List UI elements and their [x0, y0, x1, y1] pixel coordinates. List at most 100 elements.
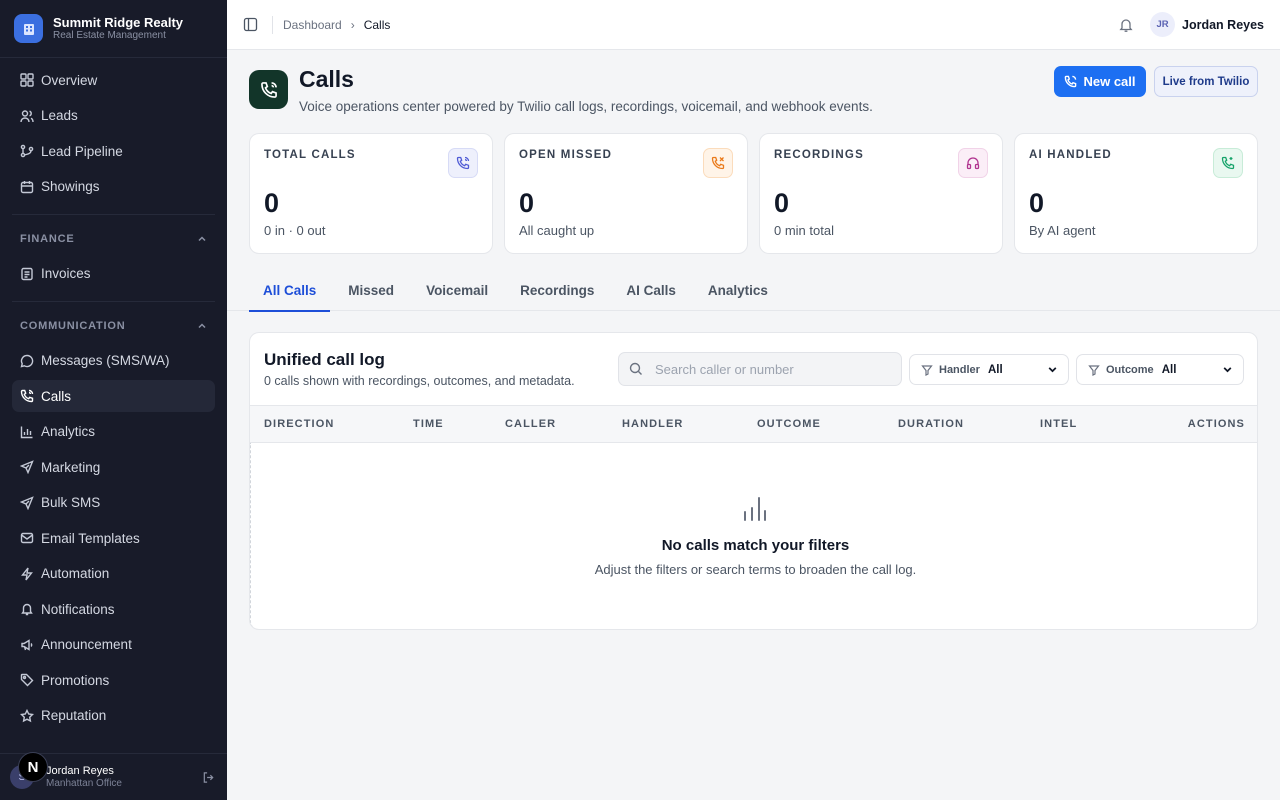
stats-row: TOTAL CALLS 0 0 in · 0 out OPEN MISSED 0… [249, 133, 1258, 254]
bell-icon [21, 603, 33, 616]
sidebar-item-label: Analytics [41, 424, 96, 439]
sidebar-item-label: Showings [41, 179, 100, 194]
stat-note: All caught up [519, 223, 595, 238]
column-handler[interactable]: HANDLER [622, 418, 683, 430]
sidebar-item-notifications[interactable]: Notifications [12, 593, 215, 625]
chevron-down-icon [1223, 367, 1232, 373]
column-direction[interactable]: DIRECTION [264, 418, 334, 430]
page-subtitle: Voice operations center powered by Twili… [299, 99, 873, 114]
column-time[interactable]: TIME [413, 418, 444, 430]
search-input[interactable] [655, 361, 885, 377]
empty-subtitle: Adjust the filters or search terms to br… [594, 562, 917, 577]
stat-label: OPEN MISSED [519, 149, 613, 161]
stat-card-open-missed: OPEN MISSED 0 All caught up [504, 133, 748, 254]
empty-title: No calls match your filters [661, 537, 850, 554]
sidebar-item-automation[interactable]: Automation [12, 558, 215, 590]
stat-label: RECORDINGS [774, 149, 864, 161]
message-icon [20, 354, 34, 367]
topbar: Dashboard › Calls JR Jordan Reyes [227, 0, 1280, 50]
stat-note: 0 in · 0 out [264, 223, 326, 238]
sidebar-item-promotions[interactable]: Promotions [12, 664, 215, 696]
sidebar: Summit Ridge Realty Real Estate Manageme… [0, 0, 227, 800]
filter-label: Outcome [1106, 363, 1154, 376]
new-call-label: New call [1083, 74, 1136, 89]
grid-icon [20, 73, 34, 87]
tab-ai-calls[interactable]: AI Calls [612, 270, 690, 311]
sidebar-item-bulk-sms[interactable]: Bulk SMS [12, 487, 215, 519]
column-caller[interactable]: CALLER [505, 418, 556, 430]
tag-icon [20, 673, 34, 687]
stat-card-ai-handled: AI HANDLED 0 By AI agent [1014, 133, 1258, 254]
sidebar-item-messages[interactable]: Messages (SMS/WA) [12, 345, 215, 377]
tab-voicemail[interactable]: Voicemail [412, 270, 502, 311]
n-badge[interactable]: N [18, 752, 48, 782]
phone-icon [1065, 75, 1077, 88]
sidebar-item-label: Automation [41, 566, 110, 581]
column-duration[interactable]: DURATION [898, 418, 964, 430]
breadcrumb-dashboard[interactable]: Dashboard [283, 18, 342, 32]
logout-icon[interactable] [202, 771, 215, 784]
tabs: All Calls Missed Voicemail Recordings AI… [249, 270, 1280, 312]
signal-bars-icon [744, 497, 766, 521]
send-icon [20, 495, 34, 510]
sidebar-item-label: Invoices [41, 266, 91, 281]
phone-icon [448, 148, 478, 178]
tab-analytics[interactable]: Analytics [694, 270, 782, 311]
section-label: COMMUNICATION [20, 319, 126, 332]
sidebar-item-calls[interactable]: Calls [12, 380, 215, 412]
sidebar-item-email-templates[interactable]: Email Templates [12, 522, 215, 554]
column-intel[interactable]: INTEL [1040, 418, 1077, 430]
calendar-icon [20, 180, 34, 193]
sidebar-item-announcement[interactable]: Announcement [12, 629, 215, 661]
page-title: Calls [299, 66, 354, 92]
column-actions[interactable]: ACTIONS [1188, 418, 1245, 430]
divider [272, 15, 273, 34]
phone-missed-icon [703, 148, 733, 178]
nav-section-finance[interactable]: FINANCE [12, 227, 215, 251]
stat-value: 0 [519, 188, 535, 218]
filter-icon [1088, 364, 1100, 376]
mail-icon [20, 532, 34, 544]
brand-title: Summit Ridge Realty [53, 15, 184, 30]
receipt-icon [21, 267, 33, 280]
topbar-right: JR Jordan Reyes [1118, 12, 1264, 37]
megaphone-icon [21, 638, 33, 651]
user-avatar[interactable]: JR [1150, 12, 1176, 37]
tab-recordings[interactable]: Recordings [506, 270, 608, 311]
user-name[interactable]: Jordan Reyes [1182, 18, 1264, 32]
sidebar-item-label: Messages (SMS/WA) [41, 353, 170, 368]
bell-icon[interactable] [1118, 17, 1134, 33]
sidebar-item-leads[interactable]: Leads [12, 100, 215, 132]
sidebar-item-analytics[interactable]: Analytics [12, 416, 215, 448]
tab-all-calls[interactable]: All Calls [249, 270, 331, 312]
sidebar-toggle-icon[interactable] [243, 17, 258, 32]
sidebar-item-invoices[interactable]: Invoices [12, 258, 215, 290]
sidebar-item-label: Bulk SMS [41, 495, 101, 510]
nav-section-communication[interactable]: COMMUNICATION [12, 314, 215, 338]
filter-icon [921, 364, 933, 376]
stat-card-recordings: RECORDINGS 0 0 min total [759, 133, 1003, 254]
call-log-panel: Unified call log 0 calls shown with reco… [249, 332, 1258, 630]
new-call-button[interactable]: New call [1054, 66, 1146, 97]
handler-filter[interactable]: Handler All [909, 354, 1069, 385]
search-box[interactable] [618, 352, 902, 386]
filter-value: All [1161, 363, 1177, 376]
brand[interactable]: Summit Ridge Realty Real Estate Manageme… [0, 0, 227, 58]
sidebar-item-label: Leads [41, 108, 78, 123]
tab-missed[interactable]: Missed [334, 270, 408, 311]
send-icon [20, 460, 34, 474]
sidebar-item-lead-pipeline[interactable]: Lead Pipeline [12, 135, 215, 167]
phone-icon [20, 389, 34, 403]
column-outcome[interactable]: OUTCOME [757, 418, 821, 430]
sidebar-item-label: Marketing [41, 459, 101, 475]
sidebar-item-label: Lead Pipeline [41, 143, 123, 159]
outcome-filter[interactable]: Outcome All [1076, 354, 1244, 385]
sidebar-item-reputation[interactable]: Reputation [12, 700, 215, 732]
stat-card-total-calls: TOTAL CALLS 0 0 in · 0 out [249, 133, 493, 254]
sidebar-item-marketing[interactable]: Marketing [12, 451, 215, 483]
stat-note: 0 min total [774, 223, 834, 238]
sidebar-item-overview[interactable]: Overview [12, 64, 215, 96]
live-from-twilio-button[interactable]: Live from Twilio [1154, 66, 1258, 97]
sidebar-item-label: Promotions [41, 672, 110, 688]
sidebar-item-showings[interactable]: Showings [12, 171, 215, 203]
